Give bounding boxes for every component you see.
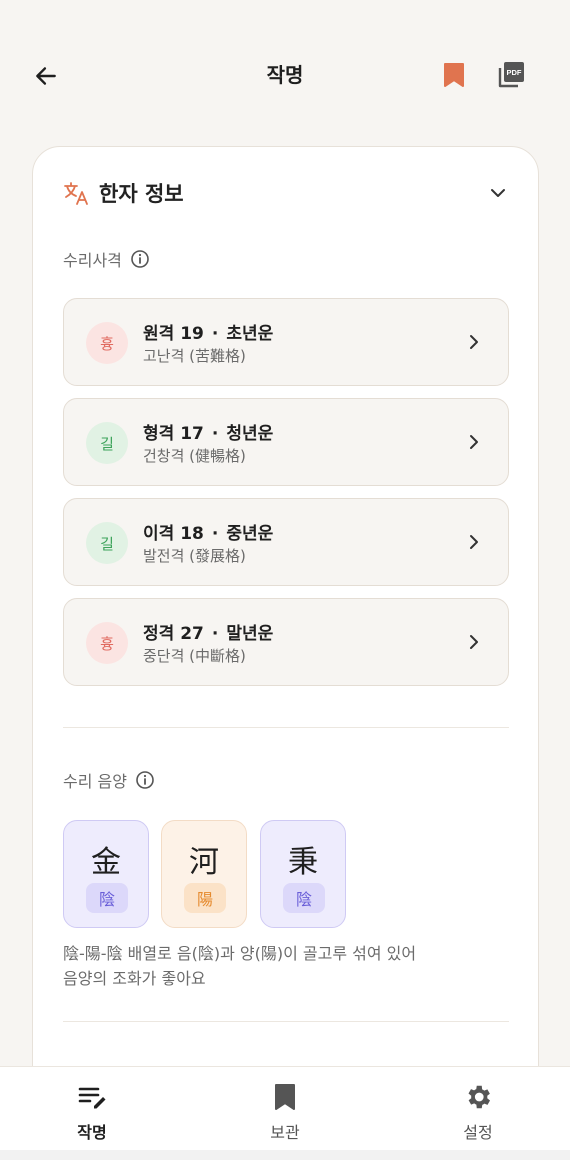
chevron-right-icon bbox=[464, 631, 484, 653]
gear-icon bbox=[423, 1081, 533, 1113]
row-title: 원격 19 · 초년운 bbox=[143, 319, 273, 344]
top-app-bar: 작명 PDF bbox=[0, 0, 570, 150]
status-badge: 흉 bbox=[86, 322, 128, 364]
suri-row-jeong[interactable]: 흉 정격 27 · 말년운 중단격 (中斷格) bbox=[63, 598, 509, 686]
bookmark-icon bbox=[230, 1081, 340, 1113]
nav-label: 작명 bbox=[77, 1123, 107, 1142]
suri-label-group: 수리사격 bbox=[63, 247, 150, 271]
chevron-right-icon bbox=[464, 331, 484, 353]
nav-label: 보관 bbox=[270, 1123, 300, 1142]
hanja-char: 河 bbox=[189, 845, 219, 880]
row-name: 원격 19 bbox=[143, 324, 204, 344]
info-icon[interactable] bbox=[130, 249, 150, 269]
yinyang-label: 수리 음양 bbox=[63, 772, 127, 791]
chevron-right-icon bbox=[464, 431, 484, 453]
row-subtitle: 발전격 (發展格) bbox=[143, 547, 246, 565]
row-period: 청년운 bbox=[226, 424, 274, 444]
description-line: 음양의 조화가 좋아요 bbox=[63, 969, 206, 988]
pdf-export-button[interactable]: PDF bbox=[494, 58, 528, 92]
yinyang-tile: 金 陰 bbox=[63, 820, 149, 928]
bookmark-button[interactable] bbox=[440, 60, 468, 90]
suri-row-hyeong[interactable]: 길 형격 17 · 청년운 건창격 (健暢格) bbox=[63, 398, 509, 486]
yinyang-badge: 陽 bbox=[184, 883, 226, 913]
row-title: 정격 27 · 말년운 bbox=[143, 619, 273, 644]
translate-icon bbox=[64, 182, 88, 205]
chevron-down-icon[interactable] bbox=[486, 181, 510, 205]
nav-item-settings[interactable]: 설정 bbox=[423, 1081, 533, 1143]
row-subtitle: 고난격 (苦難格) bbox=[143, 347, 246, 365]
hanja-info-header[interactable]: 한자 정보 bbox=[63, 177, 510, 209]
separator-dot: · bbox=[211, 524, 219, 544]
info-icon[interactable] bbox=[135, 770, 155, 790]
row-subtitle: 건창격 (健暢格) bbox=[143, 447, 246, 465]
nav-item-saved[interactable]: 보관 bbox=[230, 1081, 340, 1143]
row-period: 초년운 bbox=[226, 324, 274, 344]
row-name: 정격 27 bbox=[143, 624, 204, 644]
section-title: 한자 정보 bbox=[99, 182, 184, 206]
suri-label: 수리사격 bbox=[63, 251, 122, 270]
separator-dot: · bbox=[211, 624, 219, 644]
suri-row-won[interactable]: 흉 원격 19 · 초년운 고난격 (苦難格) bbox=[63, 298, 509, 386]
yinyang-badge: 陰 bbox=[283, 883, 325, 913]
nav-label: 설정 bbox=[463, 1123, 493, 1142]
yinyang-description: 陰-陽-陰 배열로 음(陰)과 양(陽)이 골고루 섞여 있어 음양의 조화가 … bbox=[63, 941, 493, 991]
row-period: 말년운 bbox=[226, 624, 274, 644]
row-title: 형격 17 · 청년운 bbox=[143, 419, 273, 444]
row-name: 형격 17 bbox=[143, 424, 204, 444]
chevron-right-icon bbox=[464, 531, 484, 553]
suri-row-i[interactable]: 길 이격 18 · 중년운 발전격 (發展格) bbox=[63, 498, 509, 586]
hanja-char: 秉 bbox=[288, 845, 318, 880]
row-title: 이격 18 · 중년운 bbox=[143, 519, 273, 544]
row-period: 중년운 bbox=[226, 524, 274, 544]
system-bar bbox=[0, 1150, 570, 1160]
divider bbox=[63, 1021, 509, 1022]
yinyang-label-group: 수리 음양 bbox=[63, 768, 155, 792]
nav-item-naming[interactable]: 작명 bbox=[37, 1081, 147, 1143]
yinyang-badge: 陰 bbox=[86, 883, 128, 913]
status-badge: 길 bbox=[86, 522, 128, 564]
edit-list-icon bbox=[37, 1081, 147, 1113]
status-badge: 길 bbox=[86, 422, 128, 464]
row-subtitle: 중단격 (中斷格) bbox=[143, 647, 246, 665]
divider bbox=[63, 727, 509, 728]
hanja-char: 金 bbox=[91, 845, 121, 880]
pdf-icon: PDF bbox=[498, 62, 524, 88]
svg-text:PDF: PDF bbox=[507, 68, 522, 77]
status-badge: 흉 bbox=[86, 622, 128, 664]
yinyang-tile: 秉 陰 bbox=[260, 820, 346, 928]
description-line: 陰-陽-陰 배열로 음(陰)과 양(陽)이 골고루 섞여 있어 bbox=[63, 944, 417, 963]
hanja-info-card: 한자 정보 수리사격 흉 원격 19 · 초년운 고난격 (苦難格) 길 형격 17… bbox=[32, 146, 539, 1106]
row-name: 이격 18 bbox=[143, 524, 204, 544]
bottom-navigation: 작명 보관 설정 bbox=[0, 1066, 570, 1150]
yinyang-tile: 河 陽 bbox=[161, 820, 247, 928]
separator-dot: · bbox=[211, 424, 219, 444]
page-title: 작명 bbox=[266, 63, 304, 87]
bookmark-icon bbox=[444, 63, 464, 87]
separator-dot: · bbox=[211, 324, 219, 344]
